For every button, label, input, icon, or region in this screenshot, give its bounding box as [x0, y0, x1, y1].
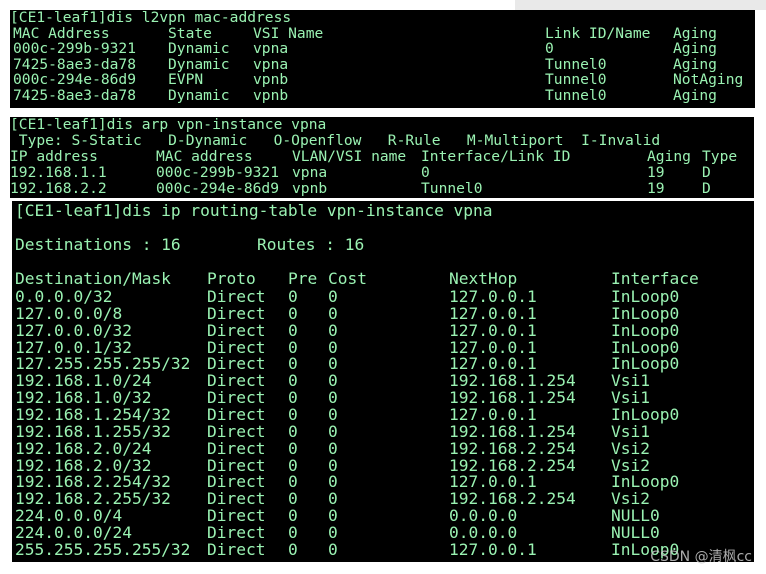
table-cell: Dynamic — [168, 55, 230, 73]
table-cell: Vsi2 — [611, 438, 650, 458]
csdn-watermark: CSDN @清枫cc — [650, 549, 752, 565]
table-cell: 0 — [288, 320, 298, 340]
table-cell: Aging — [673, 86, 717, 104]
col-nexthop: NextHop — [449, 269, 518, 288]
table-cell: Direct — [207, 320, 266, 340]
table-cell: Tunnel0 — [545, 86, 607, 104]
table-cell: 0 — [288, 438, 298, 458]
table-cell: D — [702, 180, 711, 197]
col-interface: Interface/Link ID — [421, 148, 571, 165]
table-cell: vpna — [292, 164, 328, 181]
col-proto: Proto — [207, 269, 256, 288]
table-cell: vpna — [253, 55, 289, 73]
table-cell: 192.168.1.1 — [10, 164, 107, 181]
table-cell: 000c-299b-9321 — [156, 164, 280, 181]
table-cell: vpnb — [292, 180, 328, 197]
right-gutter — [515, 0, 766, 10]
table-cell: 7425-8ae3-da78 — [13, 55, 137, 73]
command-line: [CE1-leaf1]dis ip routing-table vpn-inst… — [15, 201, 493, 220]
table-cell: 127.0.0.1 — [449, 539, 537, 559]
table-cell: 000c-299b-9321 — [13, 40, 137, 57]
table-cell: 19 — [647, 164, 665, 181]
terminal-panel-mac-table: [CE1-leaf1]dis l2vpn mac-address MAC Add… — [10, 10, 755, 108]
table-cell: 7425-8ae3-da78 — [13, 86, 137, 104]
col-aging: Aging — [673, 24, 717, 42]
col-ip: IP address — [10, 148, 98, 165]
table-cell: 0 — [328, 320, 338, 340]
table-cell: vpnb — [253, 71, 289, 88]
table-cell: 127.0.0.0/32 — [15, 320, 132, 340]
table-cell: Aging — [673, 55, 717, 73]
table-cell: Direct — [207, 539, 266, 559]
command-line: [CE1-leaf1]dis l2vpn mac-address — [10, 10, 292, 26]
table-cell: Direct — [207, 438, 266, 458]
table-cell: 0 — [328, 438, 338, 458]
terminal-panel-routing-table: [CE1-leaf1]dis ip routing-table vpn-inst… — [12, 201, 754, 562]
col-state: State — [168, 24, 212, 42]
table-cell: EVPN — [168, 71, 204, 88]
col-type: Type — [702, 148, 738, 165]
table-cell: InLoop0 — [611, 320, 680, 340]
table-cell: 000c-294e-86d9 — [156, 180, 280, 197]
table-cell: 000c-294e-86d9 — [13, 71, 137, 88]
command-line: [CE1-leaf1]dis arp vpn-instance vpna — [10, 117, 327, 133]
table-cell: 192.168.2.254 — [449, 438, 576, 458]
col-mac: MAC address — [156, 148, 253, 165]
table-cell: Tunnel0 — [545, 55, 607, 73]
table-cell: D — [702, 164, 711, 181]
table-cell: 0 — [421, 164, 430, 181]
col-link: Link ID/Name — [545, 24, 651, 42]
col-vlan: VLAN/VSI name — [292, 148, 407, 165]
arp-type-legend: Type: S-Static D-Dynamic O-Openflow R-Ru… — [10, 132, 661, 149]
table-cell: 127.0.0.1 — [449, 320, 537, 340]
table-cell: 0 — [328, 539, 338, 559]
table-cell: 192.168.2.2 — [10, 180, 107, 197]
table-cell: 0 — [288, 539, 298, 559]
table-cell: Dynamic — [168, 40, 230, 57]
terminal-panel-arp-table: [CE1-leaf1]dis arp vpn-instance vpna Typ… — [10, 117, 754, 198]
table-cell: 0 — [545, 40, 554, 57]
table-cell: Tunnel0 — [421, 180, 483, 197]
table-cell: Tunnel0 — [545, 71, 607, 88]
col-cost: Cost — [328, 269, 367, 288]
col-mac: MAC Address — [13, 24, 110, 42]
table-cell: vpnb — [253, 86, 289, 104]
col-interface: Interface — [611, 269, 699, 288]
table-cell: NotAging — [673, 71, 744, 88]
table-cell: Dynamic — [168, 86, 230, 104]
table-cell: Aging — [673, 40, 717, 57]
col-vsi: VSI Name — [253, 24, 324, 42]
destinations-count: Destinations : 16 — [15, 235, 181, 254]
col-aging: Aging — [647, 148, 691, 165]
table-cell: 192.168.2.0/24 — [15, 438, 152, 458]
table-cell: 255.255.255.255/32 — [15, 539, 191, 559]
col-destination: Destination/Mask — [15, 269, 171, 288]
table-cell: 19 — [647, 180, 665, 197]
routes-count: Routes : 16 — [257, 235, 365, 254]
col-pre: Pre — [288, 269, 318, 288]
table-cell: vpna — [253, 40, 289, 57]
